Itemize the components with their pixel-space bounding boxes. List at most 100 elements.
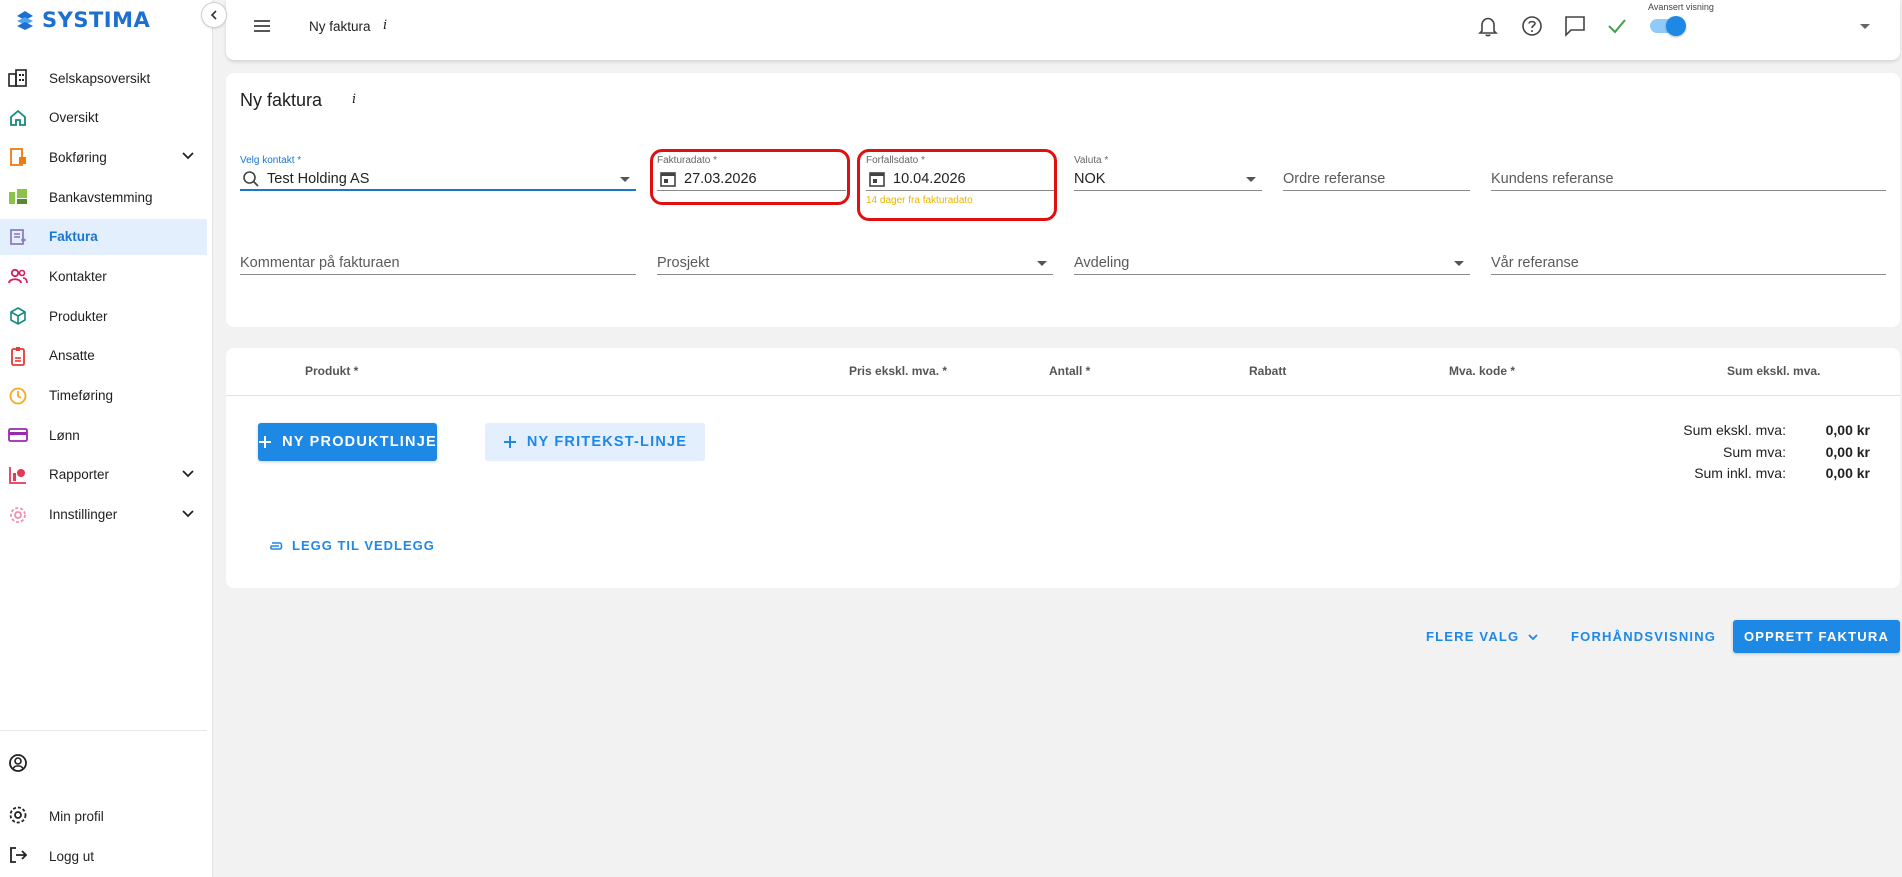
sidebar-item-oversikt[interactable]: Oversikt <box>0 100 207 136</box>
sidebar-bottom: Min profil Logg ut <box>0 730 207 875</box>
project-select[interactable]: Prosjekt <box>657 241 1053 275</box>
card-icon <box>8 425 28 445</box>
col-product: Produkt * <box>305 364 359 378</box>
feedback-icon[interactable] <box>1564 15 1586 42</box>
account-button[interactable] <box>0 745 207 783</box>
chevron-down-icon[interactable] <box>181 467 195 484</box>
page-title: Ny faktura <box>240 90 323 110</box>
gear-icon <box>8 805 28 828</box>
preview-label: FORHÅNDSVISNING <box>1571 629 1717 644</box>
bookkeeping-icon <box>8 147 28 167</box>
highlight-due-date <box>857 149 1057 221</box>
logout-icon <box>8 845 28 868</box>
order-reference-input[interactable]: Ordre referanse <box>1283 157 1470 191</box>
sidebar-item-timeforing[interactable]: Timeføring <box>0 378 207 414</box>
add-attachment-button[interactable]: LEGG TIL VEDLEGG <box>268 538 435 553</box>
topbar-title: Ny faktura <box>309 19 371 34</box>
checkmark-icon[interactable] <box>1606 15 1628 42</box>
comment-input[interactable]: Kommentar på fakturaen <box>240 241 636 275</box>
sidebar-item-label: Kontakter <box>49 268 107 284</box>
col-sum: Sum ekskl. mva. <box>1727 364 1821 378</box>
logout-link[interactable]: Logg ut <box>0 837 207 875</box>
customer-reference-input[interactable]: Kundens referanse <box>1491 157 1886 191</box>
create-invoice-label: OPPRETT FAKTURA <box>1743 629 1890 644</box>
preview-button[interactable]: FORHÅNDSVISNING <box>1571 629 1716 644</box>
sum-incl-row: Sum inkl. mva: 0,00 kr <box>226 465 1900 485</box>
sidebar-item-rapporter[interactable]: Rapporter <box>0 457 207 493</box>
highlight-invoice-date <box>650 149 850 205</box>
sidebar-item-label: Faktura <box>49 229 98 245</box>
dropdown-arrow-icon[interactable] <box>1454 261 1464 266</box>
sum-incl-label: Sum inkl. mva: <box>1694 465 1786 481</box>
systima-logo-icon <box>17 11 33 30</box>
contact-field[interactable]: Velg kontakt * Test Holding AS <box>240 155 636 193</box>
bank-icon <box>8 187 28 207</box>
logout-label: Logg ut <box>49 848 95 864</box>
collapse-sidebar-button[interactable] <box>201 2 227 28</box>
sidebar-item-label: Timeføring <box>49 388 114 403</box>
create-invoice-button[interactable]: OPPRETT FAKTURA <box>1733 620 1900 653</box>
currency-value: NOK <box>1074 171 1106 187</box>
dropdown-arrow-icon[interactable] <box>1246 177 1256 182</box>
sidebar-item-selskapsoversikt[interactable]: Selskapsoversikt <box>0 60 207 96</box>
chevron-left-icon <box>210 10 217 20</box>
sidebar-item-label: Innstillinger <box>49 507 118 523</box>
sidebar-item-kontakter[interactable]: Kontakter <box>0 258 207 294</box>
sidebar-item-label: Ansatte <box>49 348 95 364</box>
sidebar-item-bokforing[interactable]: Bokføring <box>0 139 207 175</box>
sidebar-item-bankavstemming[interactable]: Bankavstemming <box>0 179 207 215</box>
clock-icon <box>8 386 28 406</box>
more-options-button[interactable]: FLERE VALG <box>1426 629 1539 644</box>
sidebar-item-label: Rapporter <box>49 467 110 483</box>
sum-vat-row: Sum mva: 0,00 kr <box>226 444 1900 464</box>
badge-icon <box>8 346 28 366</box>
sidebar-item-innstillinger[interactable]: Innstillinger <box>0 497 207 533</box>
reports-icon <box>8 465 28 485</box>
paperclip-icon <box>270 541 283 550</box>
department-select[interactable]: Avdeling <box>1074 241 1470 275</box>
hamburger-menu-icon[interactable] <box>252 17 272 40</box>
systima-logo[interactable]: SYSTIMA <box>14 8 150 32</box>
sidebar-item-label: Bokføring <box>49 149 107 165</box>
bell-icon[interactable] <box>1478 15 1498 42</box>
sidebar-item-produkter[interactable]: Produkter <box>0 298 207 334</box>
invoice-icon <box>8 227 28 247</box>
topbar: Ny faktura i Avansert visning <box>226 0 1900 60</box>
search-icon <box>242 170 260 193</box>
col-price: Pris ekskl. mva. * <box>849 364 948 378</box>
sidebar-item-label: Oversikt <box>49 110 99 126</box>
advanced-view-toggle[interactable] <box>1650 16 1686 36</box>
sidebar-item-lonn[interactable]: Lønn <box>0 417 207 453</box>
home-icon <box>8 108 28 128</box>
chevron-down-icon[interactable] <box>181 507 195 524</box>
add-attachment-label: LEGG TIL VEDLEGG <box>292 538 435 553</box>
invoice-lines-card: Produkt * Pris ekskl. mva. * Antall * Ra… <box>226 348 1900 588</box>
sum-vat-label: Sum mva: <box>1722 444 1786 460</box>
dropdown-arrow-icon[interactable] <box>1037 261 1047 266</box>
info-icon[interactable]: i <box>383 18 387 33</box>
contact-label: Velg kontakt * <box>240 155 302 166</box>
our-reference-placeholder: Vår referanse <box>1491 255 1579 271</box>
table-header: Produkt * Pris ekskl. mva. * Antall * Ra… <box>226 348 1900 396</box>
sidebar-item-label: Lønn <box>49 427 80 443</box>
col-discount: Rabatt <box>1249 364 1287 378</box>
currency-select[interactable]: Valuta * NOK <box>1074 155 1262 191</box>
help-icon[interactable] <box>1521 15 1543 42</box>
sidebar-item-ansatte[interactable]: Ansatte <box>0 338 207 374</box>
sum-excl-row: Sum ekskl. mva: 0,00 kr <box>226 422 1900 442</box>
dropdown-arrow-icon[interactable] <box>620 177 630 182</box>
sum-excl-value: 0,00 kr <box>1825 422 1870 438</box>
advanced-view-label: Avansert visning <box>1648 2 1714 12</box>
sidebar-item-label: Produkter <box>49 308 108 324</box>
info-icon[interactable]: i <box>352 92 356 107</box>
col-vat-code: Mva. kode * <box>1449 364 1516 378</box>
sidebar-item-faktura[interactable]: Faktura <box>0 218 207 255</box>
caret-down-icon[interactable] <box>1860 24 1870 29</box>
chevron-down-icon[interactable] <box>181 149 195 166</box>
sidebar: SYSTIMA Selskapsoversikt Oversikt Bokfør… <box>0 0 213 877</box>
settings-icon <box>8 505 28 525</box>
our-reference-input[interactable]: Vår referanse <box>1491 241 1886 275</box>
chevron-down-icon <box>1528 633 1539 640</box>
department-placeholder: Avdeling <box>1074 255 1130 271</box>
profile-link[interactable]: Min profil <box>0 797 207 835</box>
